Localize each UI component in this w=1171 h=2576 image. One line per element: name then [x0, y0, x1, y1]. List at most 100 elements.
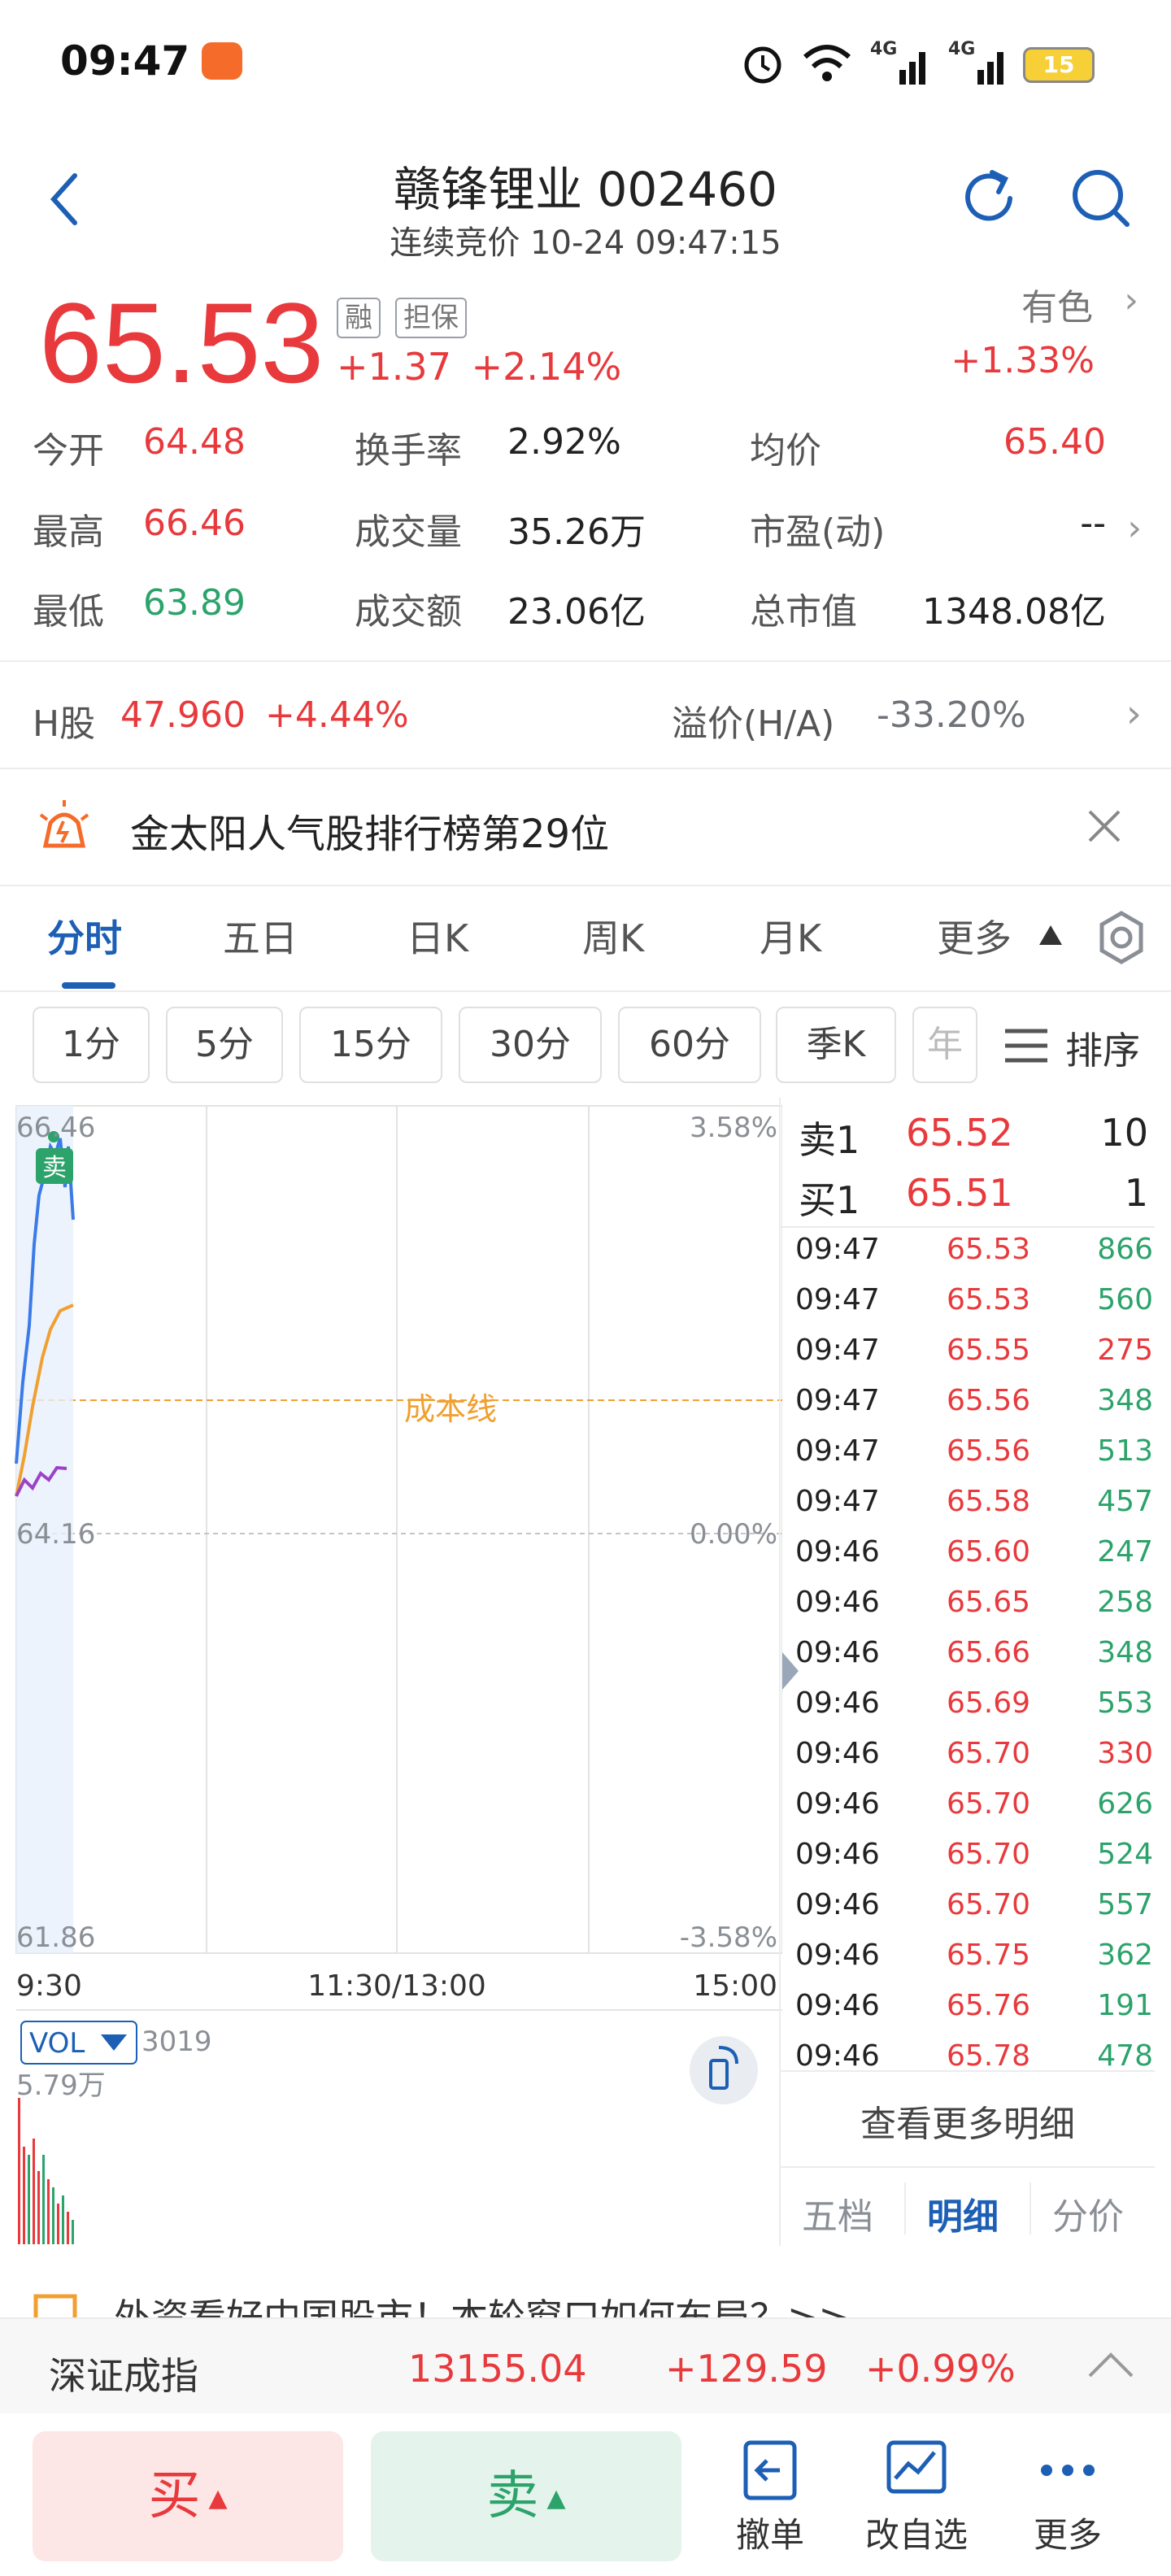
tick-price: 65.65 — [947, 1586, 1031, 1619]
interval-1min[interactable]: 1分 — [33, 1007, 150, 1083]
index-change-percent: +0.99% — [865, 2347, 1016, 2391]
x-axis-start: 9:30 — [16, 1969, 82, 2003]
pct-axis-bottom: -3.58% — [680, 1921, 777, 1954]
tab-daily-k[interactable]: 日K — [407, 909, 468, 963]
triangle-up-icon: ▲ — [546, 2484, 566, 2513]
avg-value: 65.40 — [1003, 421, 1106, 463]
edit-watchlist-button[interactable]: 改自选 — [847, 2431, 986, 2569]
tab-more[interactable]: 更多 — [937, 909, 1012, 963]
news-ticker[interactable]: 外资看好中国股市！本轮窗口如何布局？>> — [0, 2246, 1171, 2317]
index-value: 13155.04 — [408, 2347, 587, 2391]
tick-time: 09:47 — [795, 1283, 880, 1316]
bid1-price: 65.51 — [906, 1171, 1013, 1215]
interval-5min[interactable]: 5分 — [166, 1007, 283, 1083]
vol-selector-label: VOL — [29, 2027, 85, 2060]
tick-volume: 191 — [1097, 1989, 1153, 2022]
vol-value: 3019 — [141, 2026, 212, 2058]
h-share-change: +4.44% — [265, 694, 409, 736]
ask1-label: 卖1 — [799, 1118, 860, 1162]
tick-price: 65.58 — [947, 1485, 1031, 1518]
sell-button[interactable]: 卖 ▲ — [371, 2431, 681, 2561]
tick-time: 09:46 — [795, 1787, 880, 1821]
tick-time: 09:46 — [795, 1989, 880, 2022]
banner-text: 金太阳人气股排行榜第29位 — [130, 812, 610, 857]
tick-volume: 513 — [1097, 1434, 1153, 1468]
triangle-up-icon[interactable] — [1036, 922, 1065, 946]
chart-frame — [15, 1105, 782, 1954]
tick-row: 09:46 65.78 478 — [795, 2039, 1153, 2090]
tick-volume: 348 — [1097, 1636, 1153, 1669]
tick-time: 09:46 — [795, 1888, 880, 1921]
search-icon[interactable] — [1069, 166, 1134, 231]
chevron-right-icon[interactable]: › — [1126, 691, 1142, 737]
premium-value: -33.20% — [877, 694, 1026, 736]
tick-row: 09:47 65.58 457 — [795, 1485, 1153, 1535]
tick-time: 09:46 — [795, 1535, 880, 1569]
turnover-label: 换手率 — [355, 430, 462, 472]
buy-button[interactable]: 买 ▲ — [33, 2431, 343, 2561]
tick-time: 09:47 — [795, 1334, 880, 1367]
cost-line-label: 成本线 — [404, 1391, 497, 1427]
pct-axis-mid: 0.00% — [690, 1518, 777, 1551]
tick-row: 09:46 65.76 191 — [795, 1989, 1153, 2039]
divider — [1030, 2182, 1031, 2234]
tick-row: 09:46 65.70 626 — [795, 1787, 1153, 1838]
h-share-price: 47.960 — [120, 694, 246, 736]
interval-quarter-k[interactable]: 季K — [776, 1007, 896, 1083]
more-button[interactable]: 更多 — [999, 2431, 1137, 2569]
tick-price: 65.60 — [947, 1535, 1031, 1569]
more-dots-icon — [1041, 2465, 1095, 2476]
chevron-right-icon[interactable]: › — [1127, 507, 1142, 549]
interval-30min[interactable]: 30分 — [459, 1007, 602, 1083]
bid1-label: 买1 — [799, 1178, 860, 1222]
edit-watchlist-icon — [886, 2440, 947, 2494]
tab-five-day[interactable]: 五日 — [223, 909, 298, 963]
cancel-order-button[interactable]: 撤单 — [701, 2431, 839, 2569]
interval-60min[interactable]: 60分 — [618, 1007, 761, 1083]
index-name: 深证成指 — [49, 2354, 198, 2398]
interval-15min[interactable]: 15分 — [299, 1007, 442, 1083]
turnover-value: 2.92% — [507, 421, 621, 463]
tick-row: 09:46 65.66 348 — [795, 1636, 1153, 1686]
chevron-up-icon[interactable] — [1086, 2350, 1135, 2379]
gear-icon[interactable] — [1093, 909, 1150, 966]
price-change: +1.37 +2.14% — [337, 345, 621, 389]
wifi-icon — [803, 45, 851, 81]
tick-price: 65.75 — [947, 1939, 1031, 1972]
interval-year-k[interactable]: 年 — [912, 1007, 977, 1083]
tick-volume: 866 — [1097, 1233, 1153, 1266]
tick-time: 09:47 — [795, 1384, 880, 1417]
h-share-row[interactable]: H股 47.960 +4.44% 溢价(H/A) -33.20% › — [0, 662, 1171, 768]
tick-volume: 362 — [1097, 1939, 1153, 1972]
divider — [781, 2070, 1155, 2072]
low-value: 63.89 — [143, 582, 246, 624]
tick-time: 09:46 — [795, 1636, 880, 1669]
change-percent: +2.14% — [471, 345, 622, 389]
sort-button[interactable]: 排序 — [1065, 1021, 1140, 1075]
cancel-order-label: 撤单 — [735, 2515, 804, 2555]
menu-icon[interactable] — [1003, 1028, 1049, 1064]
close-icon[interactable] — [1086, 808, 1122, 844]
popularity-banner[interactable]: 金太阳人气股排行榜第29位 — [0, 769, 1171, 883]
tick-price: 65.53 — [947, 1233, 1031, 1266]
tab-monthly-k[interactable]: 月K — [760, 909, 821, 963]
app-notification-icon — [202, 42, 242, 80]
more-details-link[interactable]: 查看更多明细 — [781, 2095, 1155, 2147]
tick-row: 09:47 65.56 348 — [795, 1384, 1153, 1434]
intraday-chart[interactable]: 卖 66.46 64.16 61.86 3.58% 0.00% -3.58% 成… — [0, 1098, 782, 2246]
refresh-icon[interactable] — [956, 166, 1021, 231]
sector-link[interactable]: 有色 — [1021, 278, 1093, 330]
volume-bars — [18, 2098, 74, 2244]
tab-five-level[interactable]: 五档 — [802, 2187, 873, 2239]
index-bar[interactable]: 深证成指 13155.04 +129.59 +0.99% — [0, 2317, 1171, 2413]
chevron-right-icon[interactable]: › — [1124, 280, 1138, 321]
tab-intraday[interactable]: 分时 — [47, 909, 122, 963]
tick-row: 09:47 65.56 513 — [795, 1434, 1153, 1485]
tab-weekly-k[interactable]: 周K — [582, 909, 644, 963]
x-axis-end: 15:00 — [693, 1969, 777, 2003]
tick-price: 65.55 — [947, 1334, 1031, 1367]
tab-price-distribution[interactable]: 分价 — [1052, 2187, 1124, 2239]
tick-volume: 247 — [1097, 1535, 1153, 1569]
tick-price: 65.76 — [947, 1989, 1031, 2022]
tab-details[interactable]: 明细 — [927, 2187, 999, 2239]
